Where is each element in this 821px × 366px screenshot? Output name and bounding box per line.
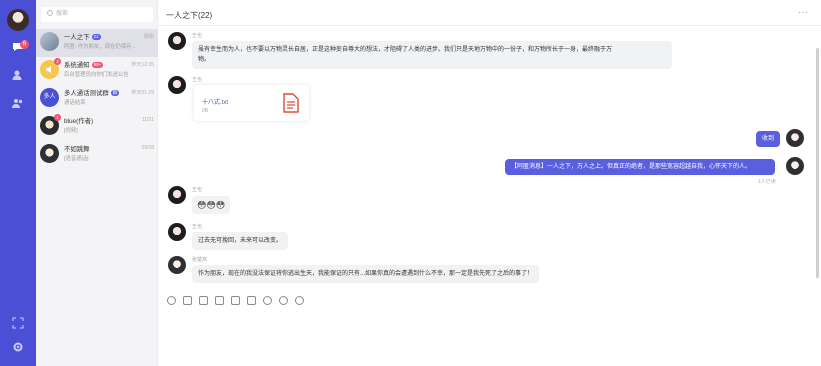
my-avatar-chat[interactable]	[786, 129, 804, 147]
file-card[interactable]: 十八式.txt 0B	[194, 85, 309, 121]
expand-icon	[12, 317, 24, 329]
message-bubble[interactable]: 作为朋友，现在的我没法保证将你逃出生天，我能保证的只有...如果你真的会遭遇到什…	[192, 265, 540, 283]
file-name: 十八式.txt	[202, 100, 229, 106]
message-item: 张楚岚 作为朋友，现在的我没法保证将你逃出生天，我能保证的只有...如果你真的会…	[168, 256, 588, 286]
image-icon[interactable]	[183, 296, 192, 305]
search-input[interactable]: 搜索	[41, 7, 153, 22]
conversation-time: 昨天12:35	[131, 62, 154, 68]
contacts-nav-icon[interactable]	[10, 68, 26, 84]
chat-title: 一人之下(22)	[166, 11, 213, 20]
sender-avatar[interactable]	[168, 186, 186, 204]
conversation-title-text: 一人之下	[64, 34, 90, 41]
settings-nav-icon[interactable]	[10, 341, 26, 357]
search-placeholder: 搜索	[56, 11, 69, 17]
conversation-list: 搜索 一人之下 22 阿匿: 作为朋友，现在仍保存... 刚刚 2 系统通知 99+…	[36, 0, 158, 366]
conversation-time: 昨天01:29	[131, 90, 154, 96]
group-text-avatar: 多人	[40, 88, 59, 107]
my-message-bubble[interactable]: 【阿匿消息】一人之下，万人之上。但真正的绝者，是那些宽容超越自我，心怀天下的人。	[505, 159, 775, 175]
conversation-time: 09/28	[141, 145, 154, 151]
unread-count-badge: 2	[54, 58, 61, 65]
conversation-title: 系统通知 99+	[64, 60, 104, 69]
unread-badge: 99+	[91, 62, 104, 68]
message-bubble[interactable]: 过去无可挽回，未来可以改变。	[192, 232, 289, 250]
chat-options-icon[interactable]	[295, 296, 304, 305]
conversation-title: blue(作者)	[64, 118, 94, 125]
microphone-icon[interactable]	[263, 296, 272, 305]
fullscreen-nav-icon[interactable]	[10, 317, 26, 333]
message-item: 王也 😳😳😳	[168, 186, 288, 224]
screenshot-icon[interactable]	[231, 296, 240, 305]
conversation-item[interactable]: 一人之下 22 阿匿: 作为朋友，现在仍保存... 刚刚	[36, 29, 158, 57]
file-icon	[283, 93, 299, 118]
conversation-preview: 阿匿: 作为朋友，现在仍保存...	[64, 44, 137, 50]
read-receipt: 1人已读	[758, 179, 776, 185]
nav-rail: 6	[0, 0, 36, 366]
conversation-preview: 后台管理员向你们发送公告	[64, 72, 129, 78]
emoji-icon[interactable]	[167, 296, 176, 305]
member-count-badge: 22	[91, 34, 101, 40]
sender-name: 王也	[192, 77, 203, 83]
header-divider	[158, 25, 821, 26]
sender-avatar[interactable]	[168, 256, 186, 274]
conversation-item[interactable]: 多人 多人通话测试群群 通话结束 昨天01:29	[36, 85, 158, 113]
video-icon[interactable]	[199, 296, 208, 305]
unread-count-badge: 1	[54, 114, 61, 121]
emoji-message[interactable]: 😳😳😳	[192, 196, 231, 214]
conversation-item[interactable]: 不如跳舞 [语音通话] 09/28	[36, 141, 158, 169]
conversation-title: 一人之下 22	[64, 32, 101, 41]
conversation-preview: [语音通话]	[64, 156, 89, 162]
app: 6 搜索 一人之下 22 阿匿: 作为朋友，现在仍保存... 刚刚 2 系统通知…	[0, 0, 821, 366]
sender-name: 王也	[192, 33, 203, 39]
search-icon	[47, 10, 53, 16]
conversation-title-text: 多人通话测试群	[64, 90, 109, 97]
my-avatar-chat[interactable]	[786, 157, 804, 175]
conversation-time: 刚刚	[143, 34, 154, 40]
chat-panel: 一人之下(22) ··· 王也 虽有幸生而为人，也不要以万物灵长自居，正是这种妄…	[158, 0, 821, 366]
scrollbar[interactable]	[816, 48, 819, 278]
sender-avatar[interactable]	[168, 32, 186, 50]
sender-avatar[interactable]	[168, 76, 186, 94]
file-size: 0B	[202, 108, 209, 114]
sender-name: 张楚岚	[192, 257, 208, 263]
my-message-bubble[interactable]: 收到	[756, 131, 781, 147]
conversation-item[interactable]: 1 blue(作者) [视频] 11/21	[36, 113, 158, 141]
more-options-button[interactable]: ···	[798, 8, 809, 17]
group-avatar	[40, 32, 59, 51]
message-text: 物。	[198, 57, 211, 63]
group-icon	[12, 99, 23, 108]
group-badge: 群	[110, 90, 120, 96]
conversation-title-text: 系统通知	[64, 62, 90, 69]
message-item: 王也 过去无可挽回，未来可以改变。	[168, 223, 368, 253]
folder-icon[interactable]	[215, 296, 224, 305]
checklist-icon[interactable]	[247, 296, 256, 305]
sender-name: 王也	[192, 187, 203, 193]
message-item: 王也 虽有幸生而为人，也不要以万物灵长自居，正是这种妄自尊大的想法，才阻碍了人类…	[168, 32, 688, 72]
conversation-title: 不如跳舞	[64, 146, 90, 153]
conversation-item[interactable]: 2 系统通知 99+ 后台管理员向你们发送公告 昨天12:35	[36, 57, 158, 85]
message-item: 王也 十八式.txt 0B	[168, 76, 368, 126]
message-text: 虽有幸生而为人，也不要以万物灵长自居，正是这种妄自尊大的想法，才阻碍了人类的进步…	[198, 47, 613, 53]
sender-avatar[interactable]	[168, 223, 186, 241]
message-bubble[interactable]: 虽有幸生而为人，也不要以万物灵长自居，正是这种妄自尊大的想法，才阻碍了人类的进步…	[192, 41, 672, 69]
user-avatar	[40, 144, 59, 163]
sender-name: 王也	[192, 224, 203, 230]
conversation-title: 多人通话测试群群	[64, 88, 120, 97]
conversation-preview: 通话结束	[64, 100, 86, 106]
conversation-preview: [视频]	[64, 128, 78, 134]
gear-icon	[13, 342, 23, 352]
person-icon	[12, 70, 22, 80]
chat-unread-badge: 6	[20, 40, 29, 49]
groups-nav-icon[interactable]	[10, 96, 26, 112]
my-avatar[interactable]	[7, 9, 29, 31]
conversation-time: 11/21	[141, 117, 154, 123]
phone-icon[interactable]	[279, 296, 288, 305]
